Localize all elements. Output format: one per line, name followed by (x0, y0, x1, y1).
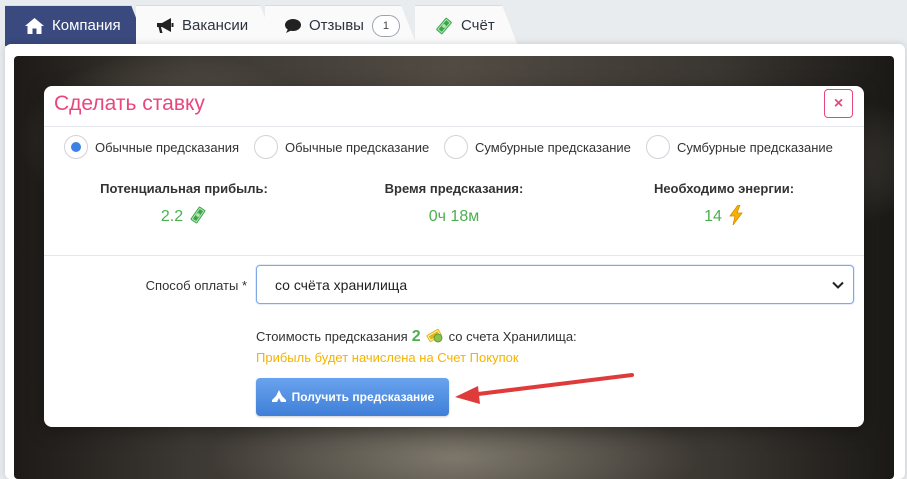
radio-prediction-type-3[interactable]: Сумбурные предсказание (444, 135, 631, 159)
section-divider (44, 255, 864, 256)
money-icon (435, 17, 453, 35)
stat-value-row: 14 (594, 204, 854, 230)
close-button[interactable]: × (824, 89, 853, 118)
tab-company[interactable]: Компания (5, 5, 147, 46)
radio-dot[interactable] (64, 135, 88, 159)
header-divider (44, 126, 864, 127)
annotation-arrow (455, 373, 634, 404)
stat-value-row: 0ч 18м (324, 206, 584, 228)
radio-label: Сумбурные предсказание (475, 139, 631, 155)
stat-potential-profit: Потенциальная прибыль: 2.2 (54, 181, 314, 228)
payment-method-value: со счёта хранилища (275, 277, 408, 293)
stat-label: Потенциальная прибыль: (100, 181, 268, 196)
get-prediction-button[interactable]: Получить предсказание (256, 378, 449, 416)
tab-label: Вакансии (182, 17, 249, 34)
profit-note: Прибыль будет начислена на Счет Покупок (256, 350, 519, 365)
tab-label: Отзывы (309, 17, 364, 34)
radio-prediction-type-2[interactable]: Обычные предсказание (254, 135, 429, 159)
modal-title: Сделать ставку (54, 92, 205, 115)
stat-label: Время предсказания: (384, 181, 524, 196)
close-icon: × (833, 94, 844, 112)
button-label: Получить предсказание (291, 390, 435, 404)
money-icon (189, 206, 207, 229)
radio-prediction-type-4[interactable]: Сумбурные предсказание (646, 135, 833, 159)
stat-value: 14 (704, 208, 722, 225)
home-icon (25, 17, 44, 34)
cost-suffix: со счета Хранилища: (448, 329, 577, 344)
payment-method-label: Способ оплаты * (145, 278, 247, 293)
radio-label: Сумбурные предсказание (677, 139, 833, 155)
prediction-cost: Стоимость предсказания 2 со счета Хранил… (256, 326, 577, 347)
praying-hands-icon (271, 389, 287, 406)
radio-dot[interactable] (254, 135, 278, 159)
radio-label: Обычные предсказания (95, 139, 240, 155)
tab-reviews[interactable]: Отзывы 1 (265, 5, 417, 46)
stat-value-row: 2.2 (54, 206, 314, 228)
tab-account[interactable]: Счёт (415, 5, 518, 46)
stat-label: Необходимо энергии: (653, 181, 795, 196)
bullhorn-icon (156, 17, 174, 34)
radio-dot[interactable] (444, 135, 468, 159)
comment-icon (285, 18, 301, 33)
tab-vacancies[interactable]: Вакансии (136, 5, 276, 46)
stat-value: 2.2 (160, 208, 184, 225)
reviews-count-badge: 1 (371, 14, 400, 37)
radio-label: Обычные предсказание (285, 139, 430, 155)
stat-value: 0ч 18м (428, 208, 480, 225)
modal-header: Сделать ставку × (44, 86, 864, 126)
prediction-type-group: Обычные предсказания Обычные предсказани… (64, 135, 854, 159)
nav-tabs: Компания Вакансии Отзывы 1 Счёт (0, 0, 907, 46)
chevron-down-icon (831, 278, 845, 297)
stat-energy-required: Необходимо энергии: 14 (594, 181, 854, 228)
radio-dot[interactable] (646, 135, 670, 159)
cost-prefix: Стоимость предсказания (256, 329, 408, 344)
payment-method-select[interactable]: со счёта хранилища (256, 265, 854, 304)
stat-prediction-time: Время предсказания: 0ч 18м (324, 181, 584, 228)
lightning-icon (728, 204, 744, 230)
coins-icon (425, 326, 445, 347)
tab-label: Счёт (461, 17, 495, 34)
cost-amount: 2 (411, 327, 421, 345)
tab-label: Компания (52, 17, 121, 34)
radio-prediction-type-1[interactable]: Обычные предсказания (64, 135, 239, 159)
